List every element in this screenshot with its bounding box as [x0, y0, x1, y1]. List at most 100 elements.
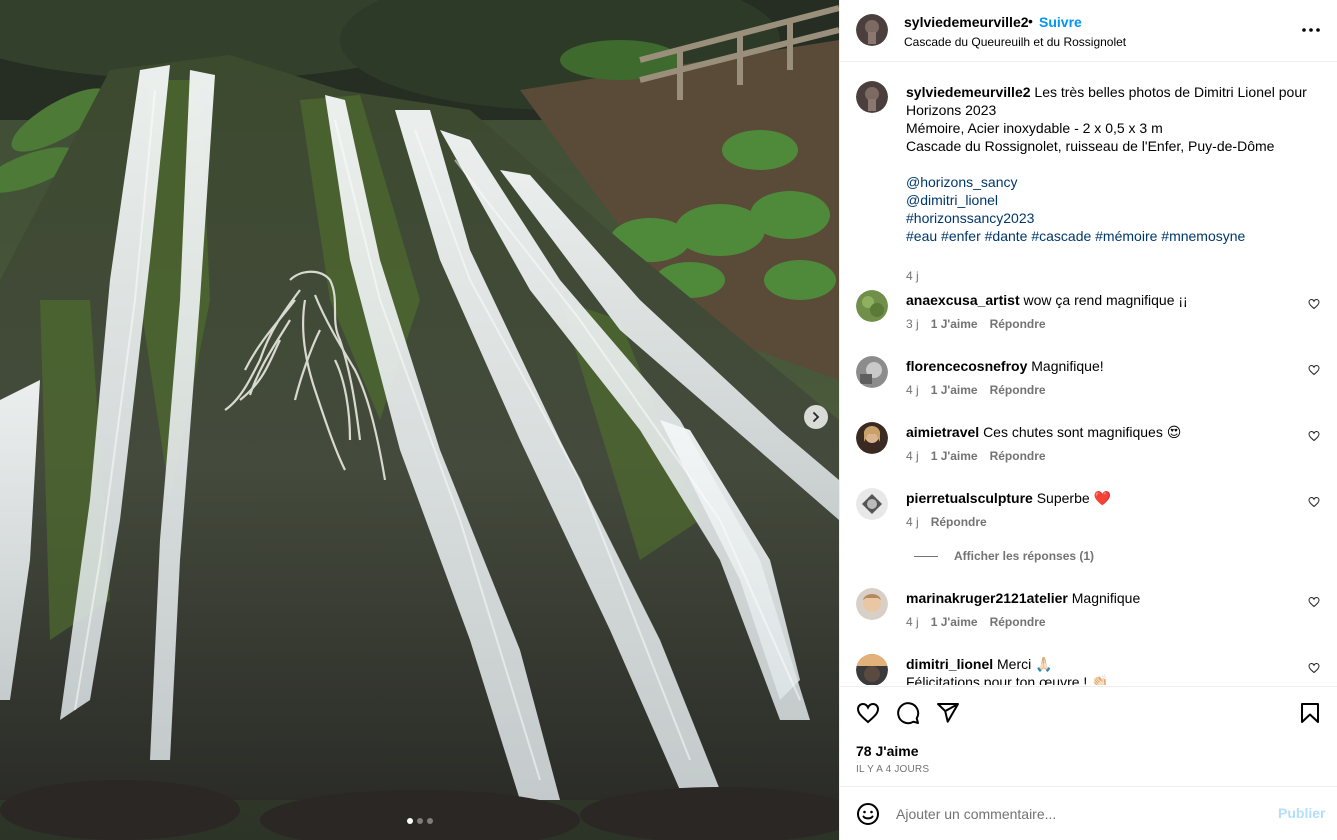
- waterfall-photo: [0, 0, 839, 840]
- comment-time[interactable]: 4 j: [906, 449, 919, 463]
- commenter-username[interactable]: florencecosnefroy: [906, 358, 1027, 374]
- caption-hashtags[interactable]: #eau #enfer #dante #cascade #mémoire #mn…: [906, 227, 1326, 245]
- view-replies-label: Afficher les réponses (1): [954, 549, 1095, 563]
- comment-item: dimitri_lionel Merci 🙏🏻 Félicitations po…: [856, 654, 1326, 685]
- post-date[interactable]: IL Y A 4 JOURS: [856, 764, 929, 775]
- comment-item: anaexcusa_artist wow ça rend magnifique …: [856, 290, 1326, 340]
- emoji-icon[interactable]: [856, 802, 880, 826]
- commenter-avatar[interactable]: [856, 356, 888, 388]
- comment-body-continued: Félicitations pour ton œuvre ! 👏🏻: [906, 674, 1109, 685]
- comment-body: Magnifique!: [1031, 358, 1104, 374]
- comment-item: pierretualsculpture Superbe ❤️ 4 j Répon…: [856, 488, 1326, 538]
- reply-button[interactable]: Répondre: [990, 449, 1046, 463]
- commenter-username[interactable]: aimietravel: [906, 424, 979, 440]
- reply-button[interactable]: Répondre: [931, 515, 987, 529]
- comment-input[interactable]: [896, 804, 1256, 824]
- comment-meta: 3 j 1 J'aime Répondre: [906, 317, 1046, 331]
- commenter-avatar[interactable]: [856, 488, 888, 520]
- caption-body: sylviedemeurville2 Les très belles photo…: [906, 83, 1326, 245]
- caption-line: Les très belles photos de Dimitri Lionel…: [1034, 84, 1307, 100]
- likes-count[interactable]: 78 J'aime: [856, 743, 919, 759]
- heart-icon[interactable]: [1308, 430, 1320, 442]
- carousel-dot: [406, 818, 413, 824]
- follow-button[interactable]: Suivre: [1039, 14, 1082, 30]
- carousel-indicator: [0, 818, 839, 824]
- replies-divider: [914, 555, 938, 557]
- heart-icon[interactable]: [1308, 662, 1320, 674]
- comment-text: anaexcusa_artist wow ça rend magnifique …: [906, 291, 1286, 309]
- comment-body: Merci 🙏🏻: [997, 656, 1053, 672]
- post-side-panel: sylviedemeurville2 • Suivre Cascade du Q…: [839, 0, 1337, 840]
- caption-mention[interactable]: @dimitri_lionel: [906, 191, 1326, 209]
- action-bar: 78 J'aime IL Y A 4 JOURS: [840, 686, 1337, 786]
- comments-list[interactable]: sylviedemeurville2 Les très belles photo…: [840, 63, 1337, 685]
- comment-time[interactable]: 4 j: [906, 383, 919, 397]
- comment-body: Superbe ❤️: [1036, 490, 1111, 506]
- caption-hashtag[interactable]: #horizonssancy2023: [906, 209, 1326, 227]
- add-comment-bar: Publier: [840, 786, 1337, 840]
- author-avatar[interactable]: [856, 14, 888, 46]
- caption-author-avatar[interactable]: [856, 81, 888, 113]
- comment-time[interactable]: 3 j: [906, 317, 919, 331]
- commenter-avatar[interactable]: [856, 588, 888, 620]
- comment-item: aimietravel Ces chutes sont magnifiques …: [856, 422, 1326, 472]
- comment-body: Magnifique: [1071, 590, 1141, 606]
- comment-text: dimitri_lionel Merci 🙏🏻 Félicitations po…: [906, 655, 1286, 685]
- comment-item: marinakruger2121atelier Magnifique 4 j 1…: [856, 588, 1326, 638]
- chevron-right-icon: [813, 412, 820, 422]
- reply-button[interactable]: Répondre: [990, 615, 1046, 629]
- commenter-username[interactable]: pierretualsculpture: [906, 490, 1033, 506]
- comment-meta: 4 j Répondre: [906, 515, 987, 529]
- heart-icon[interactable]: [1308, 364, 1320, 376]
- reply-button[interactable]: Répondre: [990, 383, 1046, 397]
- comment-likes[interactable]: 1 J'aime: [931, 615, 978, 629]
- view-replies-button[interactable]: Afficher les réponses (1): [914, 549, 1094, 563]
- comment-likes[interactable]: 1 J'aime: [931, 449, 978, 463]
- caption-mention[interactable]: @horizons_sancy: [906, 173, 1326, 191]
- caption-line: Cascade du Rossignolet, ruisseau de l'En…: [906, 138, 1275, 154]
- comment-likes[interactable]: 1 J'aime: [931, 317, 978, 331]
- more-options-button[interactable]: [1300, 19, 1322, 41]
- comment-icon[interactable]: [896, 701, 920, 725]
- heart-icon[interactable]: [1308, 596, 1320, 608]
- heart-icon[interactable]: [1308, 298, 1320, 310]
- comment-text: pierretualsculpture Superbe ❤️: [906, 489, 1286, 507]
- commenter-avatar[interactable]: [856, 422, 888, 454]
- comment-text: aimietravel Ces chutes sont magnifiques …: [906, 423, 1286, 441]
- carousel-dot: [426, 818, 433, 824]
- comment-body: Ces chutes sont magnifiques 😍: [983, 424, 1182, 440]
- comment-meta: 4 j 1 J'aime Répondre: [906, 615, 1046, 629]
- separator-dot: •: [1028, 13, 1033, 29]
- commenter-username[interactable]: marinakruger2121atelier: [906, 590, 1068, 606]
- caption-line: Mémoire, Acier inoxydable - 2 x 0,5 x 3 …: [906, 120, 1163, 136]
- comment-item: florencecosnefroy Magnifique! 4 j 1 J'ai…: [856, 356, 1326, 406]
- comment-text: marinakruger2121atelier Magnifique: [906, 589, 1286, 607]
- more-options-icon: [1302, 28, 1320, 32]
- caption-line: Horizons 2023: [906, 102, 997, 118]
- author-username[interactable]: sylviedemeurville2: [904, 14, 1029, 30]
- heart-icon[interactable]: [856, 701, 880, 725]
- comment-body: wow ça rend magnifique ¡¡: [1023, 292, 1188, 308]
- commenter-avatar[interactable]: [856, 654, 888, 685]
- post-dialog: sylviedemeurville2 • Suivre Cascade du Q…: [0, 0, 1337, 840]
- comment-likes[interactable]: 1 J'aime: [931, 383, 978, 397]
- caption-author-username[interactable]: sylviedemeurville2: [906, 84, 1031, 100]
- reply-button[interactable]: Répondre: [990, 317, 1046, 331]
- comment-time[interactable]: 4 j: [906, 615, 919, 629]
- post-media[interactable]: [0, 0, 839, 840]
- carousel-dot: [416, 818, 423, 824]
- publish-button[interactable]: Publier: [1278, 805, 1325, 821]
- comment-meta: 4 j 1 J'aime Répondre: [906, 383, 1046, 397]
- commenter-avatar[interactable]: [856, 290, 888, 322]
- heart-icon[interactable]: [1308, 496, 1320, 508]
- comment-time[interactable]: 4 j: [906, 515, 919, 529]
- post-location[interactable]: Cascade du Queureuilh et du Rossignolet: [904, 35, 1126, 49]
- caption-time[interactable]: 4 j: [906, 269, 919, 283]
- share-icon[interactable]: [936, 701, 960, 725]
- bookmark-icon[interactable]: [1298, 701, 1322, 725]
- comment-meta: 4 j 1 J'aime Répondre: [906, 449, 1046, 463]
- next-slide-button[interactable]: [804, 405, 828, 429]
- post-header: sylviedemeurville2 • Suivre Cascade du Q…: [840, 0, 1337, 62]
- commenter-username[interactable]: anaexcusa_artist: [906, 292, 1020, 308]
- commenter-username[interactable]: dimitri_lionel: [906, 656, 993, 672]
